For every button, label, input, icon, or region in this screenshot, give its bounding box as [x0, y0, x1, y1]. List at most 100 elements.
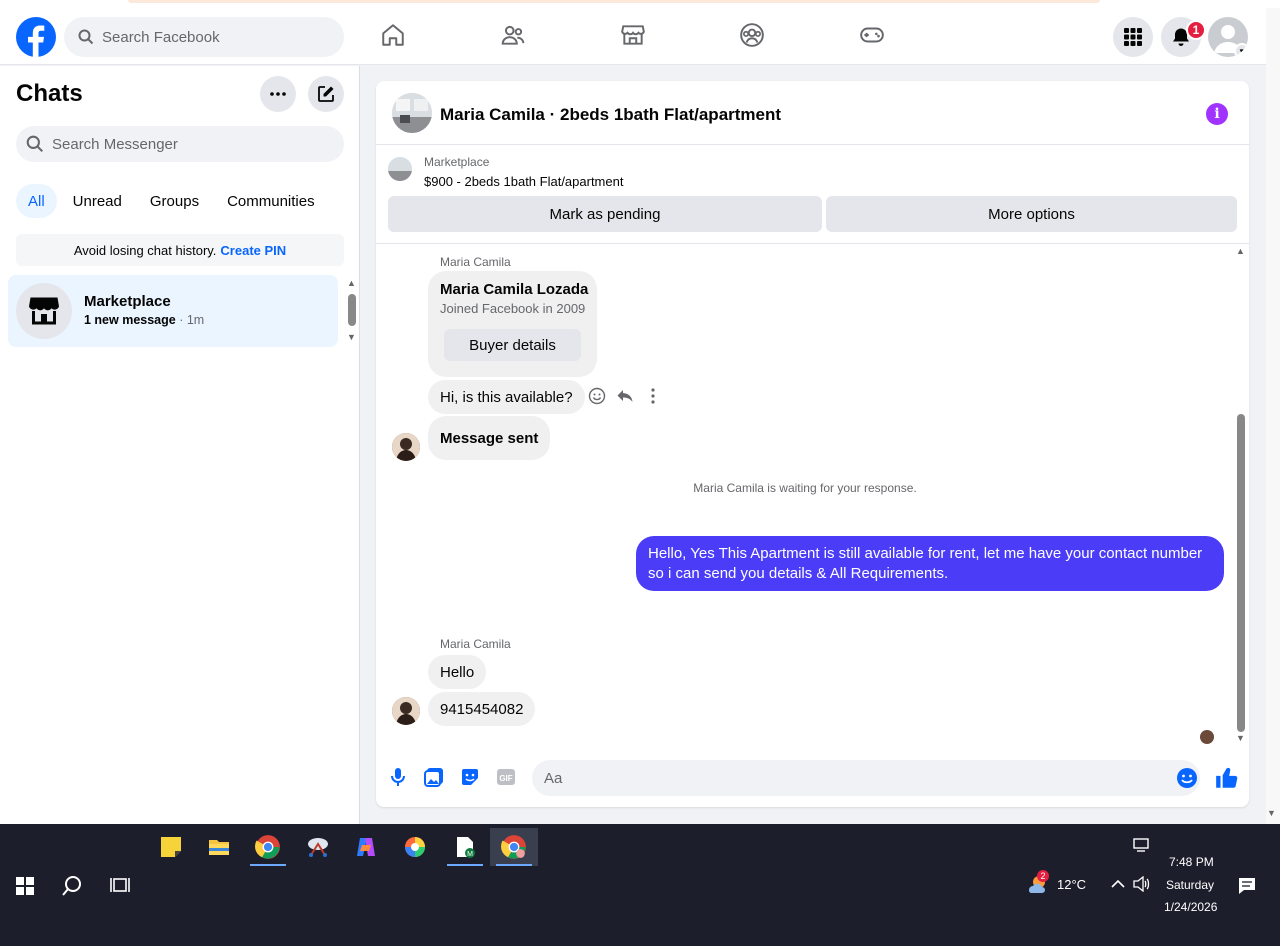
weather-temperature[interactable]: 12°C — [1057, 877, 1086, 892]
clock-day[interactable]: Saturday — [1166, 878, 1214, 892]
snipping-tool-app[interactable] — [294, 828, 342, 866]
search-icon — [26, 135, 44, 153]
chat-time: · 1m — [179, 313, 205, 327]
chat-preview-text: 1 new message — [84, 313, 176, 327]
filter-unread[interactable]: Unread — [61, 184, 134, 218]
sticker-icon[interactable] — [459, 766, 481, 788]
chrome-profile-app[interactable] — [490, 828, 538, 866]
message-bubble[interactable]: 9415454082 — [428, 692, 536, 726]
message-bubble[interactable]: Message sent — [428, 416, 551, 460]
mark-as-pending-button[interactable]: Mark as pending — [388, 196, 822, 232]
photos-app[interactable] — [391, 828, 439, 866]
task-view-icon[interactable] — [110, 876, 130, 894]
conversation-title[interactable]: Maria Camila · 2beds 1bath Flat/apartmen… — [440, 105, 781, 125]
network-icon[interactable] — [1133, 838, 1151, 852]
react-emoji-icon[interactable] — [588, 387, 606, 405]
home-icon[interactable] — [380, 22, 406, 48]
buyer-joined: Joined Facebook in 2009 — [440, 301, 586, 316]
top-navigation: Search Facebook 1 ▼ — [0, 8, 1266, 65]
read-receipt-avatar — [1200, 730, 1214, 744]
svg-text:M: M — [467, 851, 473, 858]
scroll-down-arrow-icon[interactable]: ▼ — [347, 332, 356, 342]
thumbs-up-icon[interactable] — [1214, 765, 1240, 791]
listing-price-title[interactable]: $900 - 2beds 1bath Flat/apartment — [424, 174, 623, 189]
scroll-down-arrow-icon[interactable]: ▼ — [1236, 733, 1245, 743]
message-bubble[interactable]: Hi, is this available? — [428, 380, 585, 414]
copilot-app[interactable] — [342, 828, 390, 866]
reply-icon[interactable] — [616, 387, 634, 405]
messenger-search-placeholder: Search Messenger — [52, 135, 178, 153]
search-icon[interactable] — [61, 875, 83, 897]
create-pin-link[interactable]: Create PIN — [220, 243, 286, 258]
new-message-button[interactable] — [308, 76, 344, 112]
menu-grid-button[interactable] — [1113, 17, 1153, 57]
emoji-icon[interactable] — [1176, 767, 1198, 789]
windows-taskbar: M 2 12°C 7:48 PM Saturday 1/24/2026 — [0, 824, 1280, 946]
filter-communities[interactable]: Communities — [215, 184, 327, 218]
scroll-up-arrow-icon[interactable]: ▲ — [1236, 246, 1245, 256]
file-explorer-app[interactable] — [195, 828, 243, 866]
marketplace-icon[interactable] — [620, 22, 646, 48]
more-horizontal-icon — [270, 92, 286, 96]
snipping-tool-icon — [308, 838, 328, 857]
waiting-notice: Maria Camila is waiting for your respons… — [693, 481, 917, 495]
weather-widget[interactable]: 2 — [1025, 870, 1049, 896]
conversation-header: Maria Camila · 2beds 1bath Flat/apartmen… — [376, 81, 1249, 145]
buyer-details-button[interactable]: Buyer details — [444, 329, 581, 361]
more-vertical-icon[interactable] — [644, 387, 662, 405]
chats-title: Chats — [16, 80, 83, 107]
messenger-search-input[interactable]: Search Messenger — [16, 126, 344, 162]
notification-badge: 1 — [1186, 20, 1206, 40]
more-options-button[interactable]: More options — [826, 196, 1237, 232]
chat-name: Marketplace — [84, 293, 171, 310]
chevron-down-icon: ▼ — [1234, 43, 1248, 57]
listing-avatar[interactable] — [392, 93, 432, 133]
windows-start-icon[interactable] — [16, 877, 34, 895]
page-scroll-down-icon[interactable]: ▼ — [1267, 808, 1276, 818]
facebook-logo-icon[interactable] — [16, 17, 56, 57]
filter-all[interactable]: All — [16, 184, 57, 218]
color-wheel-icon — [405, 837, 425, 857]
document-app[interactable]: M — [441, 828, 489, 866]
svg-text:GIF: GIF — [499, 774, 512, 783]
marketplace-store-icon — [16, 283, 72, 339]
page-scrollbar[interactable] — [1266, 8, 1280, 824]
gaming-icon[interactable] — [859, 22, 885, 48]
conversation-info-icon[interactable]: i — [1206, 103, 1228, 125]
chat-options-button[interactable] — [260, 76, 296, 112]
chat-filters: All Unread Groups Communities — [16, 184, 331, 218]
notification-center-icon[interactable] — [1238, 877, 1256, 895]
thread-scrollbar[interactable]: ▲ ▼ — [1234, 244, 1248, 744]
clock-date[interactable]: 1/24/2026 — [1164, 900, 1217, 914]
microphone-icon[interactable] — [387, 766, 409, 788]
message-composer: GIF Aa — [376, 753, 1249, 803]
scroll-up-arrow-icon[interactable]: ▲ — [347, 278, 356, 288]
sender-name: Maria Camila — [440, 255, 511, 269]
weather-alert-badge: 2 — [1037, 870, 1049, 882]
sender-avatar[interactable] — [392, 697, 420, 725]
filter-groups[interactable]: Groups — [138, 184, 211, 218]
chrome-app[interactable] — [244, 828, 292, 866]
chat-preview: 1 new message · 1m — [84, 313, 204, 327]
search-icon — [78, 29, 94, 45]
friends-icon[interactable] — [500, 22, 526, 48]
volume-icon[interactable] — [1133, 876, 1151, 892]
photo-icon[interactable] — [423, 766, 445, 788]
chevron-up-icon[interactable] — [1111, 879, 1125, 889]
facebook-search-input[interactable]: Search Facebook — [64, 17, 344, 57]
copilot-icon — [357, 838, 375, 856]
chat-list-scrollbar[interactable]: ▲ ▼ — [346, 278, 358, 344]
pin-banner-text: Avoid losing chat history. — [73, 242, 217, 258]
sticky-notes-app[interactable] — [147, 828, 195, 866]
gif-icon[interactable]: GIF — [495, 766, 517, 788]
profile-avatar[interactable]: ▼ — [1208, 17, 1248, 57]
message-bubble[interactable]: Hello — [428, 655, 487, 689]
clock-time[interactable]: 7:48 PM — [1169, 855, 1214, 869]
outgoing-message-bubble[interactable]: Hello, Yes This Apartment is still avail… — [636, 536, 1224, 591]
browser-tab-strip — [0, 0, 1280, 8]
chat-list-item-marketplace[interactable]: Marketplace 1 new message · 1m — [8, 275, 338, 347]
sender-avatar[interactable] — [392, 433, 420, 461]
groups-icon[interactable] — [739, 22, 765, 48]
conversation-panel: Maria Camila · 2beds 1bath Flat/apartmen… — [376, 81, 1249, 807]
message-input[interactable]: Aa — [532, 760, 1200, 796]
